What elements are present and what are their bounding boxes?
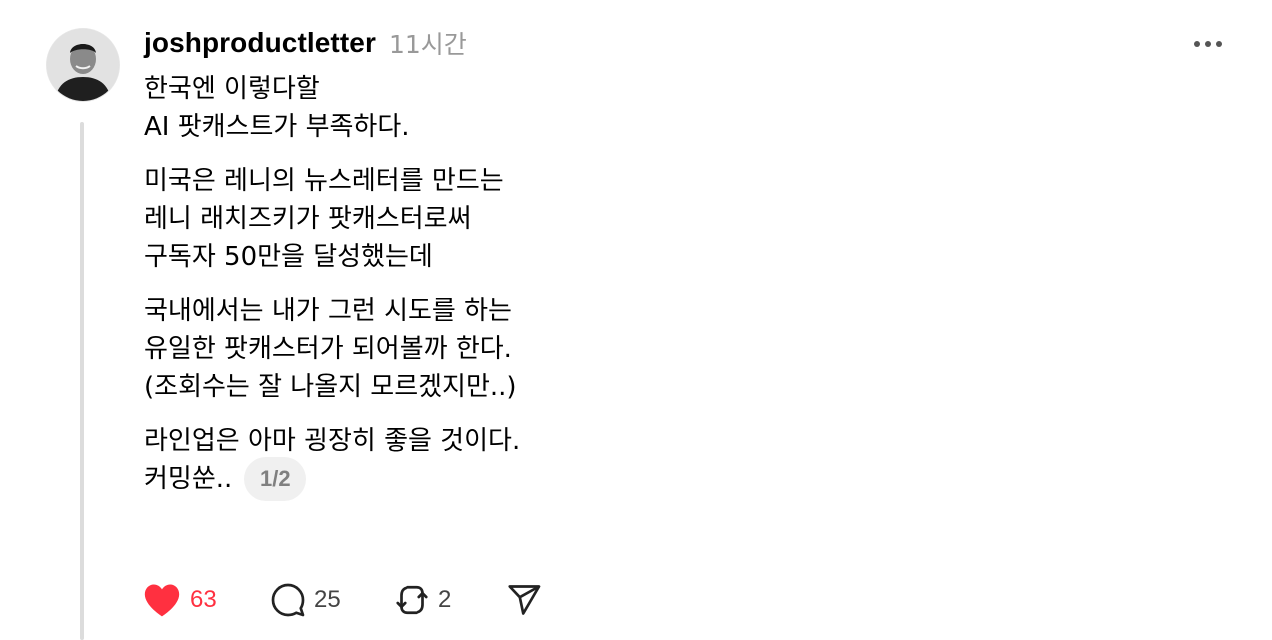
send-icon [508, 585, 541, 615]
post-text-line: 국내에서는 내가 그런 시도를 하는 [144, 296, 512, 326]
repost-icon [396, 585, 428, 615]
like-count: 63 [190, 586, 217, 613]
post-text-line: 유일한 팟캐스터가 되어볼까 한다. [144, 334, 512, 364]
thread-line [80, 122, 84, 640]
comment-bubble-icon [271, 583, 305, 617]
like-button[interactable]: 63 [142, 578, 270, 622]
post-text-line: 라인업은 아마 굉장히 좋을 것이다. [144, 426, 521, 456]
post-text-line: (조회수는 잘 나올지 모르겠지만..) [144, 372, 517, 402]
more-horizontal-icon [1194, 41, 1222, 47]
avatar[interactable] [47, 29, 119, 101]
share-button[interactable] [506, 578, 542, 622]
post-text-line: AI 팟캐스트가 부족하다. [144, 112, 410, 142]
post-text-line-last: 커밍쑨.. 1/2 [144, 457, 844, 501]
heart-filled-icon [144, 584, 180, 617]
post-text-line: 미국은 레니의 뉴스레터를 만드는 [144, 166, 504, 196]
repost-button[interactable]: 2 [394, 578, 506, 622]
reply-button[interactable]: 25 [270, 578, 394, 622]
post-body: 한국엔 이렇다할 AI 팟캐스트가 부족하다. 미국은 레니의 뉴스레터를 만드… [144, 70, 844, 501]
repost-count: 2 [438, 586, 452, 613]
profile-photo [47, 29, 119, 101]
post-text-line: 구독자 50만을 달성했는데 [144, 242, 433, 272]
reply-count: 25 [314, 586, 341, 613]
username[interactable]: joshproductletter [144, 27, 376, 59]
post-header: joshproductletter 11시간 [144, 24, 467, 62]
post-text-line: 레니 래치즈키가 팟캐스터로써 [144, 204, 472, 234]
page-indicator[interactable]: 1/2 [244, 457, 307, 501]
action-bar: 63 25 2 [142, 578, 542, 622]
post-text-line: 커밍쑨.. [144, 464, 233, 494]
post-time: 11시간 [388, 30, 467, 59]
post-text-line: 한국엔 이렇다할 [144, 74, 320, 104]
more-options-button[interactable] [1188, 30, 1228, 58]
